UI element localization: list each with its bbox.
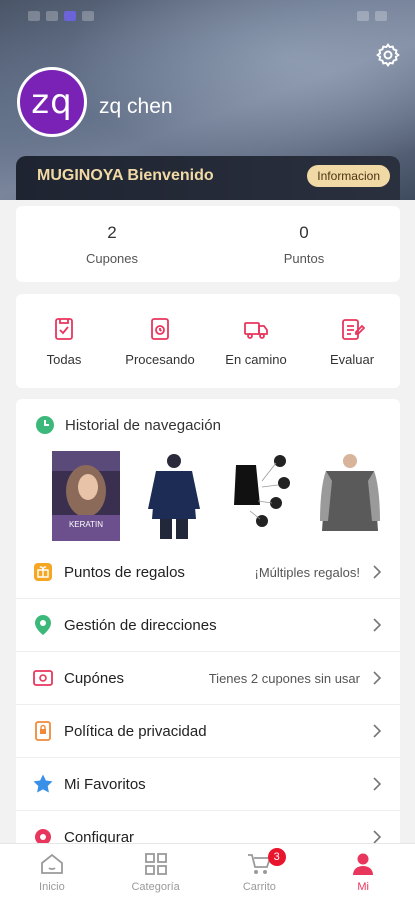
status-bar	[0, 6, 415, 26]
menu-gift-points[interactable]: Puntos de regalos ¡Múltiples regalos!	[16, 546, 400, 599]
history-header[interactable]: Historial de navegación	[16, 399, 400, 451]
nav-cart-label: Carrito	[242, 881, 276, 893]
nav-home[interactable]: Inicio	[0, 844, 104, 900]
bottom-navigation: Inicio Categoría 3 Carrito Mi	[0, 843, 415, 900]
chevron-right-icon	[373, 671, 382, 685]
user-icon	[353, 853, 374, 875]
points-label: Puntos	[283, 250, 325, 266]
privacy-icon	[32, 720, 54, 742]
processing-icon	[151, 317, 169, 340]
menu-privacy[interactable]: Política de privacidad	[16, 705, 400, 758]
menu-coupons[interactable]: Cupónes Tienes 2 cupones sin usar	[16, 652, 400, 705]
clock-icon	[36, 416, 54, 434]
menu-value: ¡Múltiples regalos!	[254, 564, 361, 580]
history-title: Historial de navegación	[65, 416, 221, 434]
menu-favorites[interactable]: Mi Favoritos	[16, 758, 400, 811]
menu-label: Cupónes	[64, 669, 125, 687]
menu-label: Política de privacidad	[64, 722, 207, 740]
vest-black-product-image	[228, 451, 296, 541]
order-processing[interactable]: Procesando	[112, 294, 208, 388]
menu-label: Mi Favoritos	[64, 775, 146, 793]
stats-card: 2 Cupones 0 Puntos	[16, 206, 400, 282]
nav-home-label: Inicio	[39, 881, 65, 893]
avatar[interactable]: zq	[17, 67, 87, 137]
wifi-icon	[357, 11, 369, 21]
history-card: Historial de navegación KERATIN Puntos d…	[16, 399, 400, 864]
nav-profile[interactable]: Mi	[311, 844, 415, 900]
order-shipping[interactable]: En camino	[208, 294, 304, 388]
menu-addresses[interactable]: Gestión de direcciones	[16, 599, 400, 652]
vest-gray-product-image	[316, 451, 384, 541]
battery-icon	[375, 11, 387, 21]
keratin-product-image: KERATIN	[52, 451, 120, 541]
points-count: 0	[299, 222, 309, 242]
order-all[interactable]: Todas	[16, 294, 112, 388]
chevron-right-icon	[373, 565, 382, 579]
product-thumbnail[interactable]	[316, 451, 384, 541]
nav-category[interactable]: Categoría	[104, 844, 208, 900]
star-icon	[32, 773, 54, 795]
product-thumbnail[interactable]: KERATIN	[52, 451, 120, 541]
vip-welcome-text: MUGINOYA Bienvenido	[37, 167, 214, 184]
svg-text:KERATIN: KERATIN	[69, 520, 103, 529]
orders-card: Todas Procesando En camino Evaluar	[16, 294, 400, 388]
order-review-label: Evaluar	[329, 351, 375, 367]
menu-label: Puntos de regalos	[64, 563, 185, 581]
order-shipping-label: En camino	[225, 351, 287, 367]
profile-header: zq zq chen MUGINOYA Bienvenido Informaci…	[0, 0, 415, 200]
edit-icon	[342, 318, 365, 340]
notification-icon	[46, 11, 58, 21]
grid-icon	[144, 853, 167, 875]
app-icon	[82, 11, 94, 21]
chevron-right-icon	[373, 830, 382, 844]
gear-icon	[376, 43, 400, 67]
product-thumbnail[interactable]	[228, 451, 296, 541]
cart-badge: 3	[267, 848, 286, 866]
app-icon	[64, 11, 76, 21]
info-button[interactable]: Informacion	[307, 165, 390, 187]
location-icon	[32, 614, 54, 636]
chevron-right-icon	[373, 777, 382, 791]
clipboard-icon	[55, 317, 73, 340]
order-review[interactable]: Evaluar	[304, 294, 400, 388]
vest-navy-product-image	[140, 451, 208, 541]
coupons-stat[interactable]: 2 Cupones	[16, 206, 208, 282]
nav-cart[interactable]: 3 Carrito	[208, 844, 312, 900]
menu-value: Tienes 2 cupones sin usar	[208, 670, 360, 686]
points-stat[interactable]: 0 Puntos	[208, 206, 400, 282]
chevron-right-icon	[373, 618, 382, 632]
settings-button[interactable]	[373, 40, 403, 70]
menu-list: Puntos de regalos ¡Múltiples regalos! Ge…	[16, 546, 400, 864]
home-icon	[40, 853, 63, 874]
menu-label: Gestión de direcciones	[64, 616, 217, 634]
nav-category-label: Categoría	[131, 881, 180, 893]
coupons-count: 2	[107, 222, 117, 242]
coupon-icon	[32, 667, 54, 689]
vip-banner[interactable]: MUGINOYA Bienvenido Informacion	[16, 156, 400, 200]
nav-profile-label: Mi	[357, 881, 369, 893]
product-thumbnail[interactable]	[140, 451, 208, 541]
gift-icon	[32, 561, 54, 583]
history-products: KERATIN	[16, 451, 400, 541]
coupons-label: Cupones	[85, 250, 139, 266]
truck-icon	[244, 321, 268, 339]
order-processing-label: Procesando	[125, 351, 195, 367]
order-all-label: Todas	[46, 351, 82, 367]
chevron-right-icon	[373, 724, 382, 738]
signal-icon	[28, 11, 40, 21]
username: zq chen	[99, 95, 173, 118]
